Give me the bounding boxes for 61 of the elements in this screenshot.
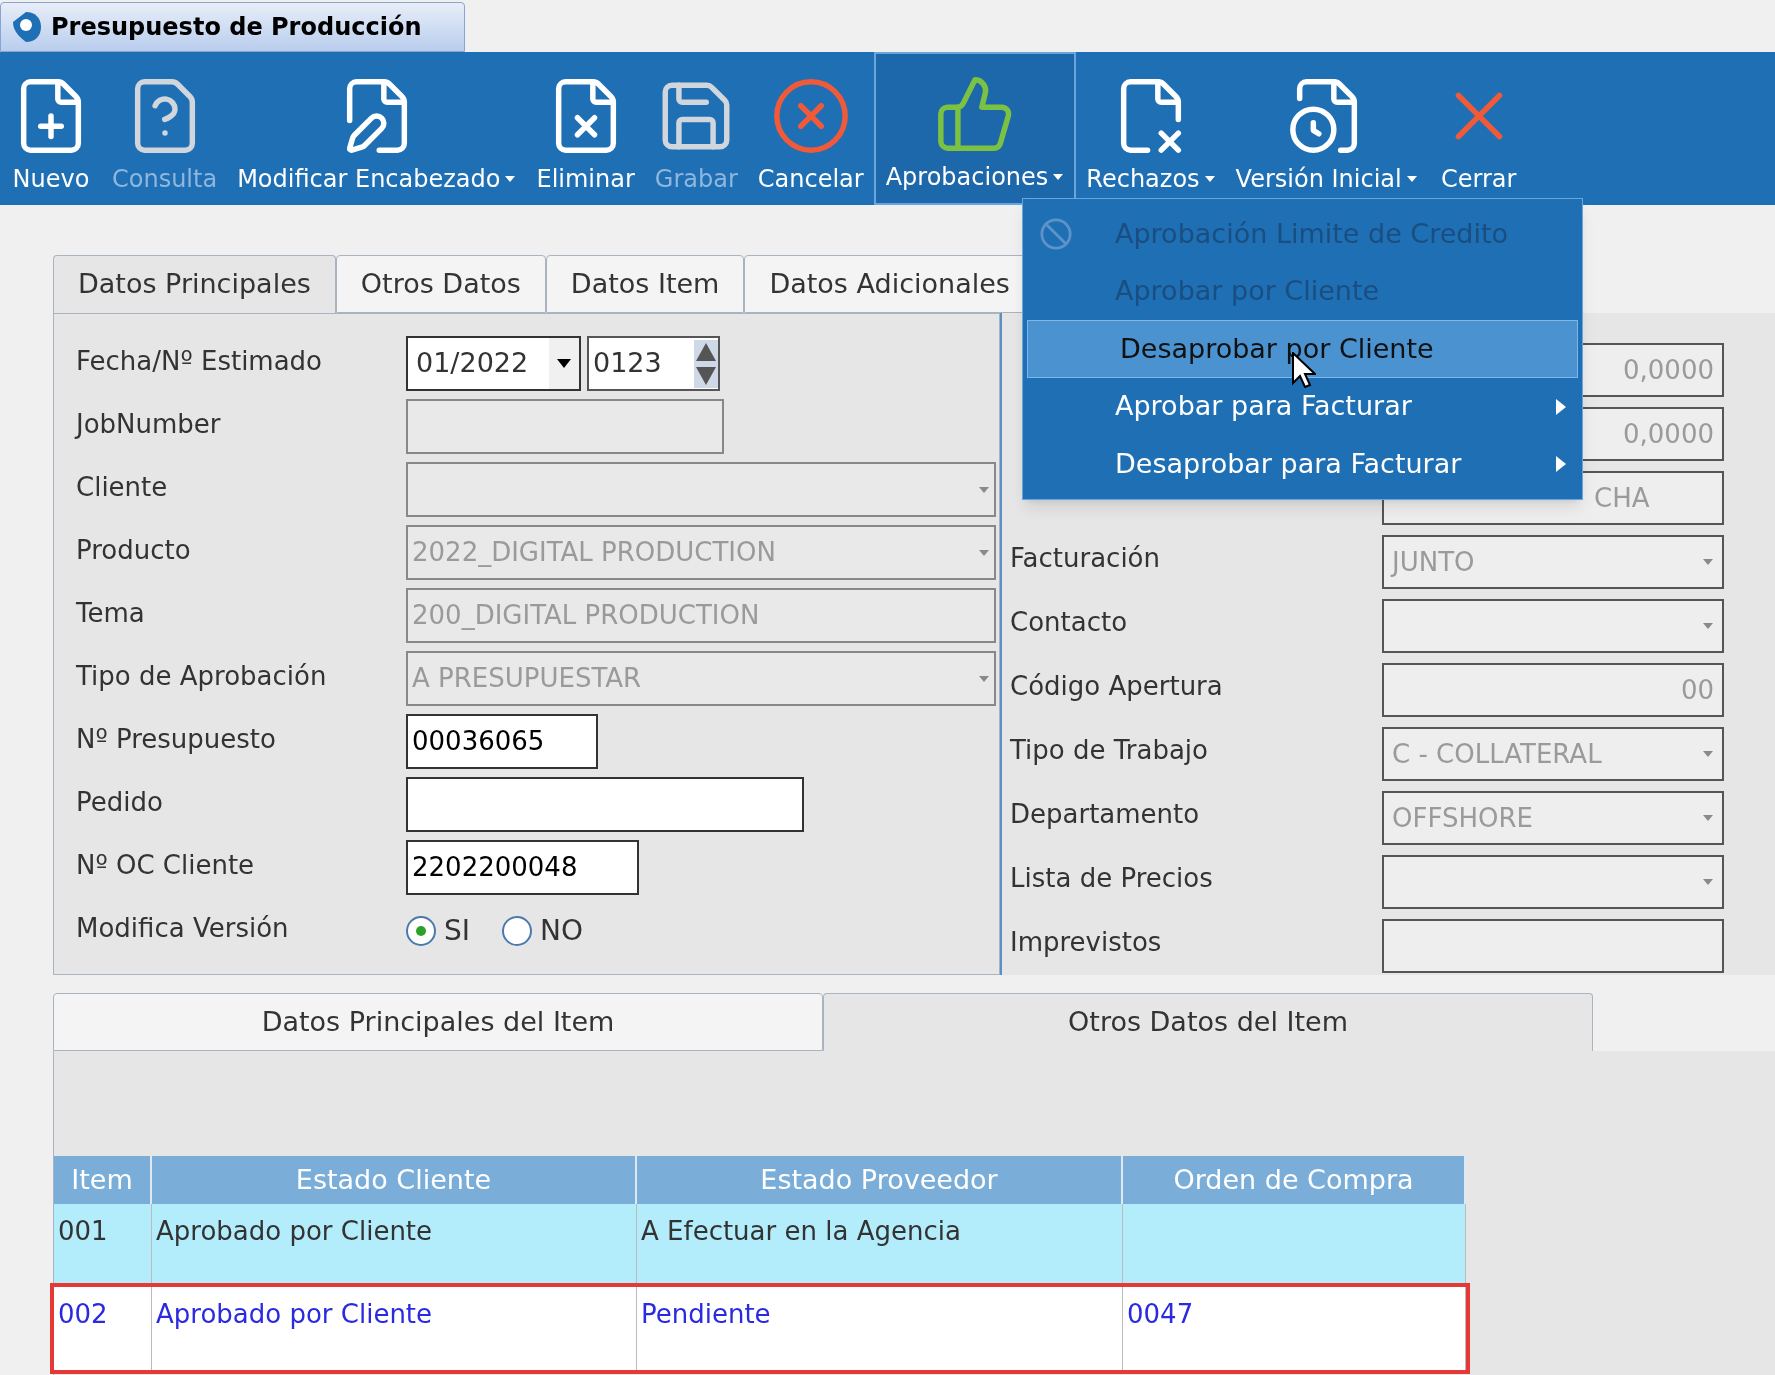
menu-item[interactable]: Aprobar para Facturar — [1023, 377, 1582, 436]
toolbar-button[interactable]: Cerrar — [1427, 52, 1530, 205]
select-field[interactable] — [1382, 599, 1724, 653]
field-label: Departamento — [1010, 798, 1201, 831]
table-cell: Pendiente — [637, 1287, 1123, 1370]
window-title: Presupuesto de Producción — [51, 12, 422, 43]
toolbar-button[interactable]: Rechazos — [1076, 52, 1226, 205]
field-label: Nº OC Cliente — [76, 849, 256, 882]
toolbar-button[interactable]: Aprobaciones — [873, 52, 1077, 205]
field-label: Contacto — [1010, 606, 1129, 639]
tab[interactable]: Datos Principales — [53, 255, 336, 313]
date-select[interactable]: 01/2022 — [406, 336, 581, 391]
table-cell: 0047 — [1123, 1287, 1466, 1370]
input-field[interactable] — [1382, 919, 1724, 973]
field-label: JobNumber — [76, 408, 222, 441]
field-label: Modifica Versión — [76, 912, 290, 945]
caret-icon — [1702, 750, 1714, 758]
field-label: Cliente — [76, 471, 169, 504]
toolbar-button[interactable]: Eliminar — [526, 52, 645, 205]
menu-item[interactable]: Desaprobar por Cliente — [1027, 320, 1578, 378]
field-label: Tipo de Aprobación — [76, 660, 328, 693]
field-label: Tema — [76, 597, 146, 630]
toolbar-button[interactable]: Cancelar — [747, 52, 874, 205]
submenu-arrow-icon — [1556, 398, 1566, 415]
caret-icon — [1702, 814, 1714, 822]
blocked-icon — [1039, 216, 1073, 251]
toolbar-button[interactable]: Versión Inicial — [1225, 52, 1428, 205]
input-field[interactable] — [406, 777, 804, 832]
field-label: Tipo de Trabajo — [1010, 734, 1209, 767]
input-field[interactable]: 2202200048 — [406, 840, 639, 895]
field-label: Lista de Precios — [1010, 862, 1214, 895]
field-label: Imprevistos — [1010, 926, 1163, 959]
input-field[interactable]: 00036065 — [406, 714, 598, 769]
caret-icon — [1702, 558, 1714, 566]
field-label: Nº Presupuesto — [76, 723, 277, 756]
field-label: Pedido — [76, 786, 164, 819]
caret-icon — [978, 485, 990, 494]
table-cell: Aprobado por Cliente — [152, 1287, 637, 1370]
submenu-arrow-icon — [1556, 456, 1566, 473]
select-field[interactable] — [1382, 855, 1724, 909]
tab[interactable]: Otros Datos — [335, 255, 546, 313]
toolbar-button[interactable]: Modificar Encabezado — [227, 52, 527, 205]
caret-icon — [1702, 622, 1714, 630]
radio-option[interactable]: NO — [502, 909, 583, 952]
field-label: Producto — [76, 534, 192, 567]
caret-icon — [1702, 878, 1714, 886]
field-label: Facturación — [1010, 542, 1161, 575]
radio-option[interactable]: SI — [406, 909, 471, 952]
tab[interactable]: Datos Item — [545, 255, 745, 313]
menu-item[interactable]: Desaprobar para Facturar — [1023, 435, 1582, 493]
caret-icon — [978, 674, 990, 683]
field-label: Código Apertura — [1010, 670, 1224, 703]
field-label: Fecha/Nº Estimado — [76, 345, 324, 378]
spin-arrows-icon — [694, 339, 718, 388]
caret-icon — [557, 359, 571, 368]
tab[interactable]: Otros Datos del Item — [823, 993, 1593, 1051]
caret-icon — [978, 548, 990, 557]
table-cell: 002 — [54, 1287, 152, 1370]
number-spinner[interactable]: 0123 — [587, 336, 720, 391]
tab[interactable]: Datos Principales del Item — [53, 993, 823, 1051]
toolbar-button[interactable]: Nuevo — [0, 52, 102, 205]
